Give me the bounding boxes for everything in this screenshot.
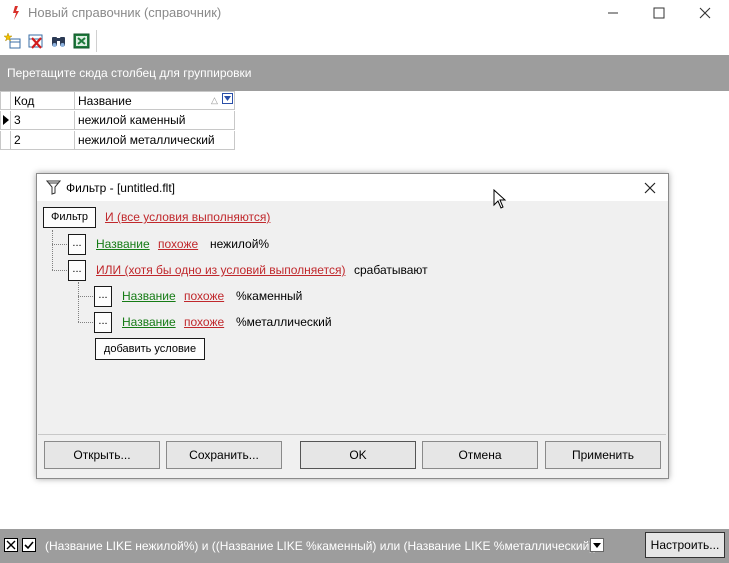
- group-menu-button[interactable]: ...: [68, 260, 86, 281]
- cancel-button[interactable]: Отмена: [422, 441, 538, 469]
- mouse-cursor: [493, 188, 507, 212]
- configure-filter-button[interactable]: Настроить...: [645, 532, 725, 558]
- save-button[interactable]: Сохранить...: [166, 441, 282, 469]
- maximize-icon: [653, 7, 665, 19]
- group-by-hint: Перетащите сюда столбец для группировки: [7, 66, 252, 80]
- condition-field[interactable]: Название: [122, 315, 176, 329]
- add-record-icon[interactable]: [3, 32, 22, 50]
- window-title: Новый справочник (справочник): [28, 5, 222, 20]
- ok-button[interactable]: OK: [300, 441, 416, 469]
- close-icon: [644, 182, 656, 194]
- condition-operator[interactable]: похоже: [184, 289, 224, 303]
- find-icon[interactable]: [50, 32, 68, 50]
- excel-export-icon[interactable]: [73, 32, 91, 50]
- close-button[interactable]: [682, 0, 728, 26]
- row-indicator-header: [0, 91, 11, 110]
- delete-record-icon[interactable]: [27, 32, 45, 50]
- tree-line: [78, 282, 79, 322]
- dialog-title: Фильтр - [untitled.flt]: [66, 181, 176, 195]
- filter-history-dropdown[interactable]: [590, 538, 604, 552]
- filter-expression[interactable]: (Название LIKE нежилой%) и ((Название LI…: [45, 539, 597, 553]
- tree-line: [52, 244, 67, 245]
- tree-line: [78, 322, 93, 323]
- condition-value[interactable]: нежилой%: [210, 237, 269, 251]
- tree-line: [78, 296, 93, 297]
- cell-code[interactable]: 2: [11, 131, 75, 150]
- current-row-indicator: [0, 111, 11, 130]
- tree-line: [52, 270, 67, 271]
- column-filter-icon[interactable]: [222, 93, 233, 104]
- toolbar: [0, 28, 729, 54]
- open-button[interactable]: Открыть...: [44, 441, 160, 469]
- minimize-icon: [608, 12, 618, 14]
- column-header-code[interactable]: Код: [11, 91, 75, 110]
- condition-operator[interactable]: похоже: [158, 237, 198, 251]
- app-icon: [8, 5, 22, 21]
- maximize-button[interactable]: [636, 0, 682, 26]
- filter-dialog: Фильтр - [untitled.flt] Фильтр И (все ус…: [36, 173, 669, 479]
- add-condition-button[interactable]: добавить условие: [95, 338, 205, 360]
- condition-menu-button[interactable]: ...: [68, 234, 86, 255]
- dialog-close-button[interactable]: [639, 177, 661, 199]
- filter-root-button[interactable]: Фильтр: [43, 207, 96, 228]
- condition-operator[interactable]: похоже: [184, 315, 224, 329]
- filter-funnel-icon: [45, 180, 62, 195]
- checkmark-icon: [24, 541, 34, 550]
- sort-ascending-icon[interactable]: △: [211, 95, 218, 106]
- chevron-down-icon: [593, 543, 601, 548]
- group-logic-operator[interactable]: ИЛИ (хотя бы одно из условий выполняется…: [96, 263, 345, 277]
- condition-menu-button[interactable]: ...: [94, 312, 112, 333]
- minimize-button[interactable]: [590, 0, 636, 26]
- close-icon: [6, 540, 16, 550]
- condition-field[interactable]: Название: [96, 237, 150, 251]
- cell-code[interactable]: 3: [11, 111, 75, 130]
- cell-name[interactable]: нежилой каменный: [75, 111, 235, 130]
- filter-enabled-checkbox[interactable]: [22, 538, 36, 552]
- condition-value[interactable]: %каменный: [236, 289, 302, 303]
- root-logic-operator[interactable]: И (все условия выполняются): [105, 210, 270, 224]
- close-icon: [699, 7, 711, 19]
- filter-tree: Фильтр И (все условия выполняются) ... Н…: [38, 202, 666, 435]
- condition-menu-button[interactable]: ...: [94, 286, 112, 307]
- toolbar-separator: [96, 30, 97, 52]
- clear-filter-button[interactable]: [4, 538, 18, 552]
- row-pointer-icon: [3, 115, 9, 125]
- apply-button[interactable]: Применить: [545, 441, 661, 469]
- cell-name[interactable]: нежилой металлический: [75, 131, 235, 150]
- group-suffix: срабатывают: [354, 263, 428, 277]
- condition-value[interactable]: %металлический: [236, 315, 332, 329]
- condition-field[interactable]: Название: [122, 289, 176, 303]
- row-indicator: [0, 131, 11, 150]
- tree-line: [52, 230, 53, 270]
